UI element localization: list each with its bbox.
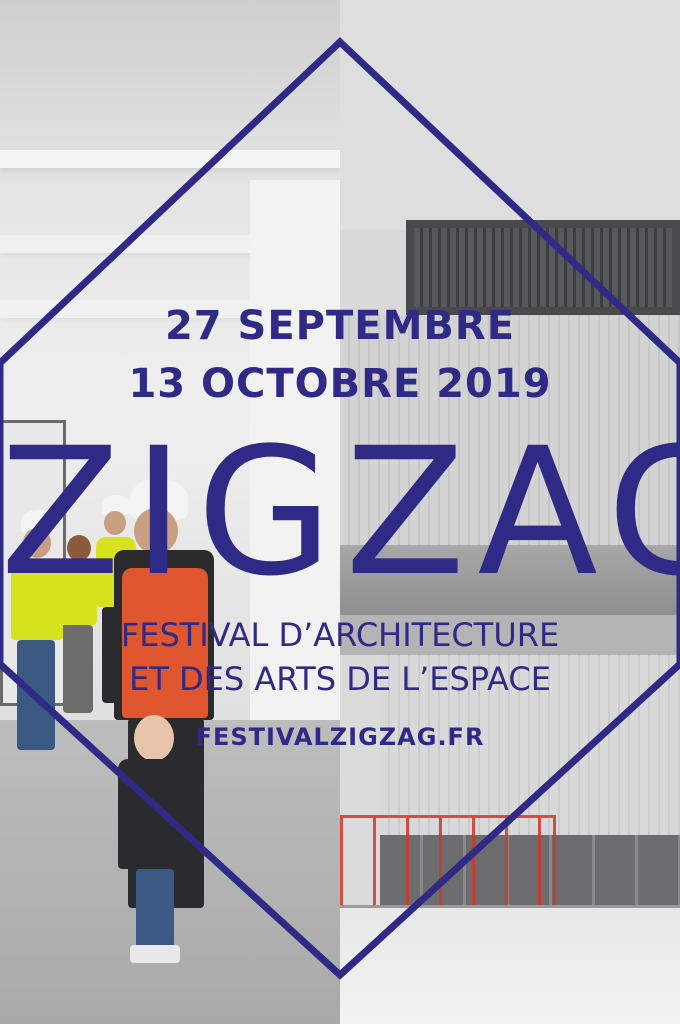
festival-title: ZIGZAG	[0, 410, 680, 615]
festival-poster: 27 SEPTEMBRE 13 OCTOBRE 2019 ZIGZAG FEST…	[0, 0, 680, 1024]
date-start: 27 SEPTEMBRE	[164, 303, 516, 349]
website-link[interactable]: FESTIVALZIGZAG.FR	[0, 722, 680, 752]
subtitle-line-1: FESTIVAL D’ARCHITECTURE	[120, 616, 560, 654]
date-end: 13 OCTOBRE 2019	[128, 361, 552, 407]
subtitle-line-2: ET DES ARTS DE L’ESPACE	[129, 660, 551, 698]
